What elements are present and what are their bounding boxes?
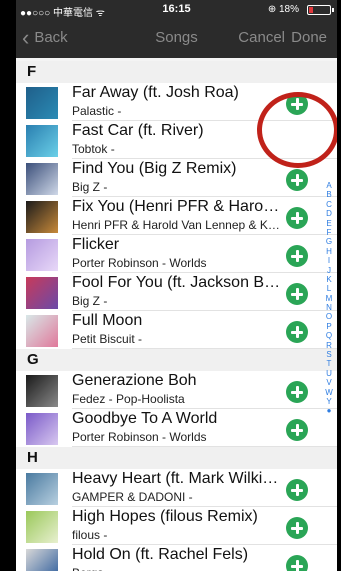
index-letter[interactable]: A [322, 181, 336, 190]
section-header-g: G [16, 349, 337, 371]
section-index[interactable]: A B C D E F G H I J K L M N O P Q R S T U V W Y ● [322, 181, 336, 416]
done-button[interactable]: Done [291, 29, 327, 46]
album-art [26, 549, 58, 571]
song-row[interactable]: Fix You (Henri PFR & Harold Van Lennep &… [16, 197, 337, 235]
song-row[interactable]: Fool For You (ft. Jackson Breit) Big Z - [16, 273, 337, 311]
song-row[interactable]: Generazione Boh Fedez - Pop-Hoolista [16, 371, 337, 409]
song-title: High Hopes (filous Remix) [72, 508, 258, 525]
section-header-f: F [16, 61, 337, 83]
album-art [26, 201, 58, 233]
cancel-button[interactable]: Cancel [238, 29, 285, 46]
section-header-h: H [16, 447, 337, 469]
song-title: Goodbye To A World [72, 410, 218, 427]
highlight-circle [257, 92, 337, 168]
song-artist-album: GAMPER & DADONI - [72, 490, 193, 504]
add-song-button[interactable] [286, 169, 308, 191]
index-letter[interactable]: U [322, 369, 336, 378]
index-letter[interactable]: H [322, 247, 336, 256]
song-row[interactable]: Goodbye To A World Porter Robinson - Worl… [16, 409, 337, 447]
song-title: Fool For You (ft. Jackson Breit) [72, 274, 282, 291]
album-art [26, 87, 58, 119]
song-artist-album: Tobtok - [72, 142, 115, 156]
song-title: Fast Car (ft. River) [72, 122, 204, 139]
index-letter[interactable]: L [322, 284, 336, 293]
song-row[interactable]: High Hopes (filous Remix) filous - [16, 507, 337, 545]
song-artist-album: Petit Biscuit - [72, 332, 143, 346]
index-letter[interactable]: S [322, 350, 336, 359]
add-song-button[interactable] [286, 479, 308, 501]
song-artist-album: Fedez - Pop-Hoolista [72, 392, 185, 406]
index-letter[interactable]: V [322, 378, 336, 387]
song-artist-album: Big Z - [72, 294, 108, 308]
index-letter[interactable]: ● [322, 406, 336, 415]
song-artist-album: filous - [72, 528, 108, 542]
song-row[interactable]: Flicker Porter Robinson - Worlds [16, 235, 337, 273]
album-art [26, 315, 58, 347]
index-letter[interactable]: I [322, 256, 336, 265]
album-art [26, 277, 58, 309]
song-artist-album: Porter Robinson - Worlds [72, 256, 207, 270]
index-letter[interactable]: R [322, 341, 336, 350]
song-title: Find You (Big Z Remix) [72, 160, 237, 177]
battery-level [309, 7, 313, 13]
index-letter[interactable]: O [322, 312, 336, 321]
song-row[interactable]: Hold On (ft. Rachel Fels) Bergs - [16, 545, 337, 571]
section-letter: G [27, 351, 39, 368]
index-letter[interactable]: D [322, 209, 336, 218]
index-letter[interactable]: J [322, 266, 336, 275]
song-artist-album: Bergs - [72, 566, 282, 571]
song-title: Hold On (ft. Rachel Fels) [72, 546, 249, 563]
album-art [26, 239, 58, 271]
song-artist-album: Henri PFR & Harold Van Lennep & Kid Feli… [72, 218, 282, 232]
song-row[interactable]: Heavy Heart (ft. Mark Wilkinson) GAMPER &… [16, 469, 337, 507]
top-bar: ●●○○○ 中華電信 ᯤ 16:15 ⊕ 18% ‹ Back Songs Ca… [16, 0, 337, 58]
index-letter[interactable]: T [322, 359, 336, 368]
index-letter[interactable]: P [322, 322, 336, 331]
song-title: Flicker [72, 236, 120, 253]
album-art [26, 163, 58, 195]
song-artist-album: Palastic - [72, 104, 122, 118]
album-art [26, 125, 58, 157]
add-song-button[interactable] [286, 381, 308, 403]
battery-percent: ⊕ 18% [267, 4, 299, 15]
index-letter[interactable]: M [322, 294, 336, 303]
add-song-button[interactable] [286, 517, 308, 539]
app-screen: ●●○○○ 中華電信 ᯤ 16:15 ⊕ 18% ‹ Back Songs Ca… [16, 0, 337, 571]
album-art [26, 473, 58, 505]
song-title: Full Moon [72, 312, 143, 329]
add-song-button[interactable] [286, 283, 308, 305]
song-artist-album: Porter Robinson - Worlds [72, 430, 207, 444]
battery-tip [332, 8, 334, 12]
battery-icon [307, 5, 331, 15]
song-title: Heavy Heart (ft. Mark Wilkinson) [72, 470, 282, 487]
song-title: Fix You (Henri PFR & Harold Van Lennep &… [72, 198, 282, 215]
index-letter[interactable]: C [322, 200, 336, 209]
song-row[interactable]: Full Moon Petit Biscuit - [16, 311, 337, 349]
album-art [26, 413, 58, 445]
section-letter: H [27, 449, 38, 466]
song-title: Generazione Boh [72, 372, 197, 389]
index-letter[interactable]: W [322, 388, 336, 397]
index-letter[interactable]: G [322, 237, 336, 246]
album-art [26, 511, 58, 543]
page-title: Songs [155, 29, 198, 46]
add-song-button[interactable] [286, 245, 308, 267]
add-song-button[interactable] [286, 555, 308, 571]
index-letter[interactable]: Y [322, 397, 336, 406]
index-letter[interactable]: B [322, 190, 336, 199]
index-letter[interactable]: N [322, 303, 336, 312]
section-letter: F [27, 63, 37, 80]
add-song-button[interactable] [286, 419, 308, 441]
index-letter[interactable]: E [322, 219, 336, 228]
index-letter[interactable]: F [322, 228, 336, 237]
add-song-button[interactable] [286, 207, 308, 229]
index-letter[interactable]: Q [322, 331, 336, 340]
add-song-button[interactable] [286, 321, 308, 343]
song-artist-album: Big Z - [72, 180, 108, 194]
song-title: Far Away (ft. Josh Roa) [72, 84, 239, 101]
index-letter[interactable]: K [322, 275, 336, 284]
album-art [26, 375, 58, 407]
